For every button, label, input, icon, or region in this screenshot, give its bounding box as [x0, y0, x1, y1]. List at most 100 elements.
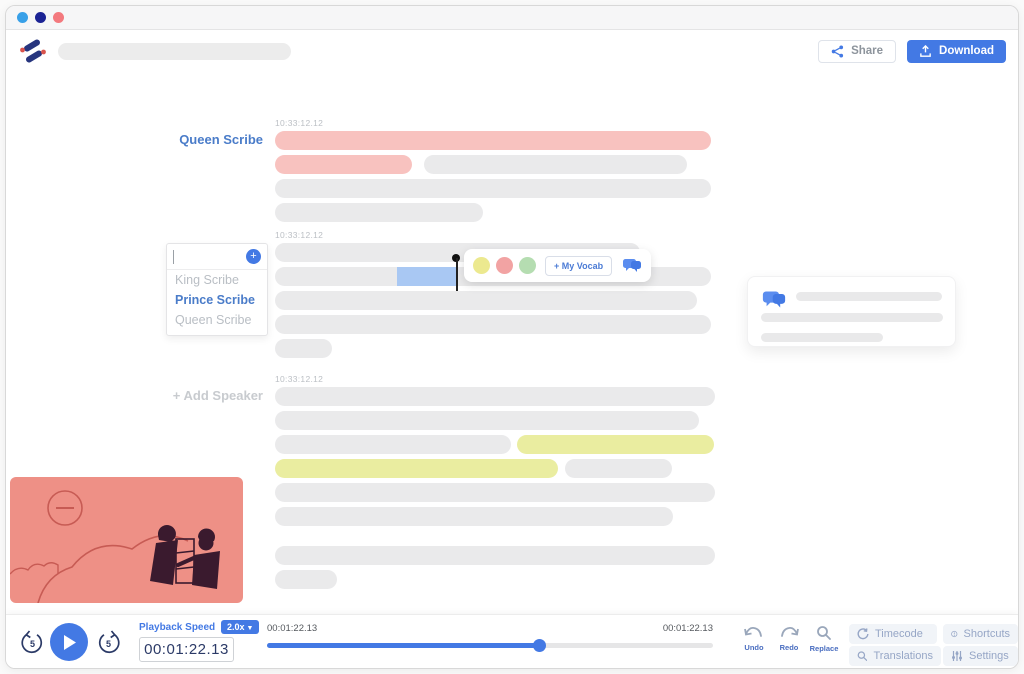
text-placeholder-gray[interactable]: [275, 483, 715, 502]
comment-icon[interactable]: [622, 257, 642, 274]
titlebar: [6, 6, 1018, 30]
timestamp: 10:33:12.12: [275, 374, 324, 384]
share-button[interactable]: Share: [818, 39, 897, 63]
text-placeholder-gray[interactable]: [275, 179, 711, 198]
text-placeholder-gray[interactable]: [275, 570, 337, 589]
progress-thumb[interactable]: [533, 639, 547, 652]
transcript-line[interactable]: [275, 507, 721, 526]
settings-button[interactable]: Settings: [943, 646, 1018, 666]
share-label: Share: [851, 45, 884, 57]
text-placeholder-yellow[interactable]: [517, 435, 714, 454]
progress-fill: [267, 643, 540, 648]
comment-text-placeholder: [761, 313, 943, 322]
text-placeholder-gray[interactable]: [275, 203, 483, 222]
download-button[interactable]: Download: [907, 39, 1006, 63]
shortcuts-label: Shortcuts: [963, 628, 1010, 640]
rewind-5-button[interactable]: 5: [20, 630, 45, 658]
text-placeholder-yellow[interactable]: [275, 459, 558, 478]
speaker-option[interactable]: Queen Scribe: [167, 310, 267, 335]
play-button[interactable]: [50, 623, 88, 661]
redo-label: Redo: [779, 643, 799, 652]
speaker-name-input[interactable]: +: [167, 244, 267, 270]
window-control-1[interactable]: [17, 12, 28, 23]
timecode-toggle-button[interactable]: Timecode: [849, 624, 937, 644]
text-placeholder-pink[interactable]: [275, 131, 711, 150]
transcript-line[interactable]: [275, 203, 721, 222]
download-icon: [920, 44, 931, 57]
text-placeholder-gray[interactable]: [275, 291, 697, 310]
speaker-option[interactable]: King Scribe: [167, 270, 267, 290]
highlight-red-button[interactable]: [496, 257, 513, 274]
text-placeholder-gray[interactable]: [275, 546, 715, 565]
transcript-line[interactable]: [275, 411, 721, 430]
transcript-line[interactable]: [275, 387, 721, 406]
speaker-dropdown: + King Scribe Prince Scribe Queen Scribe: [166, 243, 268, 336]
transcript-line[interactable]: [275, 435, 721, 454]
text-placeholder-gray[interactable]: [275, 387, 715, 406]
translations-label: Translations: [873, 650, 933, 662]
text-placeholder-gray[interactable]: [565, 459, 672, 478]
translations-button[interactable]: Translations: [849, 646, 941, 666]
redo-button[interactable]: Redo: [772, 625, 806, 652]
transcript-line[interactable]: [275, 459, 721, 478]
timestamp: 10:33:12.12: [275, 230, 324, 240]
comment-card[interactable]: [747, 276, 956, 347]
transcript-line[interactable]: [275, 155, 721, 174]
progress-bar[interactable]: [267, 639, 713, 652]
transcript-line[interactable]: [275, 570, 721, 589]
video-thumbnail[interactable]: [10, 477, 243, 603]
translations-icon: [857, 651, 868, 661]
text-placeholder-gray[interactable]: [275, 435, 511, 454]
transcript-line[interactable]: [275, 546, 721, 565]
text-placeholder-gray[interactable]: [275, 507, 673, 526]
replace-button[interactable]: Replace: [807, 625, 841, 653]
forward-5-button[interactable]: 5: [96, 630, 121, 658]
transcript-paragraph: 10:33:12.12 Queen Scribe: [179, 118, 721, 222]
window-control-3[interactable]: [53, 12, 64, 23]
my-vocab-button[interactable]: + My Vocab: [545, 255, 613, 276]
transcript-line[interactable]: [275, 315, 721, 334]
timecode-icon: [857, 628, 869, 640]
svg-text:5: 5: [30, 639, 35, 649]
transcript-line[interactable]: [275, 179, 721, 198]
transcript-line[interactable]: [275, 291, 721, 310]
speaker-options: King Scribe Prince Scribe Queen Scribe: [167, 270, 267, 335]
text-placeholder-gray[interactable]: [424, 155, 687, 174]
add-speaker-plus-icon[interactable]: +: [246, 249, 261, 264]
playback-speed-label: Playback Speed: [139, 622, 216, 633]
timecode-input[interactable]: [139, 637, 234, 662]
speaker-name[interactable]: Queen Scribe: [179, 132, 263, 147]
highlight-green-button[interactable]: [519, 257, 536, 274]
text-cursor: [173, 249, 174, 264]
timestamp: 10:33:12.12: [275, 118, 324, 128]
selection-caret[interactable]: [456, 258, 458, 291]
shortcuts-button[interactable]: Shortcuts: [943, 624, 1018, 644]
comment-text-placeholder: [796, 292, 942, 301]
text-placeholder-gray[interactable]: [275, 411, 699, 430]
app-window: Share Download 10:33:12.12 Queen Scribe 10…: [5, 5, 1019, 669]
document-title-placeholder[interactable]: [58, 42, 291, 60]
transcript: 10:33:12.12 Queen Scribe 10:33:12.12 10:33:…: [173, 118, 721, 594]
text-placeholder-gray[interactable]: [275, 339, 332, 358]
share-icon: [831, 45, 844, 57]
playback-speed-selector[interactable]: 2.0x: [221, 620, 260, 634]
text-placeholder-gray[interactable]: [275, 315, 711, 334]
app-logo-icon: [20, 39, 46, 63]
window-control-2[interactable]: [35, 12, 46, 23]
transcript-line[interactable]: [275, 483, 721, 502]
settings-icon: [952, 651, 962, 661]
add-speaker-button[interactable]: + Add Speaker: [173, 388, 263, 403]
settings-label: Settings: [969, 650, 1009, 662]
transcript-line[interactable]: [275, 339, 721, 358]
comment-text-placeholder: [761, 333, 883, 342]
undo-button[interactable]: Undo: [737, 625, 771, 652]
transcript-line[interactable]: [275, 131, 721, 150]
svg-text:5: 5: [106, 639, 111, 649]
transcript-paragraph: 10:33:12.12 + Add Speaker: [173, 374, 721, 589]
player-bar: 5 5 Playback Speed 2.0x 00:01:22.13 00:0…: [6, 614, 1018, 668]
undo-label: Undo: [744, 643, 764, 652]
speaker-option[interactable]: Prince Scribe: [167, 290, 267, 310]
text-placeholder-pink[interactable]: [275, 155, 412, 174]
highlight-yellow-button[interactable]: [473, 257, 490, 274]
progress-total-time: 00:01:22.13: [662, 623, 713, 634]
